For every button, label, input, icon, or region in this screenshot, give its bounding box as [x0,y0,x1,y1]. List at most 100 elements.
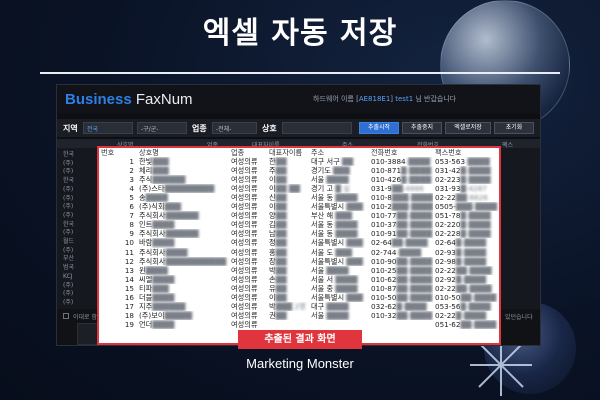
row-phone: 02-64██-████ [369,238,433,247]
row-rep-blurred: ██ [275,274,287,284]
row-company: 인트████ [137,220,229,229]
row-rep-name: 손 [269,274,276,284]
stop-extract-button[interactable]: 추출중지 [402,122,442,134]
row-company-name: 티파 [139,283,153,293]
row-number: 19 [124,319,134,329]
row-fax-text: 02-223 [435,175,461,185]
row-company-blurred: ████ [165,247,188,257]
col-fax: 팩스번호 [435,148,462,158]
row-address: 경기도 ███ [309,166,369,175]
row-company-prefix: (주) [139,310,152,320]
row-address [309,320,369,329]
footer-brand: Marketing Monster [246,356,354,371]
row-addr-text: 서울특별시 [311,256,345,266]
row-company-blurred: ████ [152,238,175,248]
row-fax-text: 02-22 [435,310,456,320]
row-company: 언더████ [137,320,229,329]
row-address: 서울 ████ [309,175,369,184]
row-number: 2 [129,166,134,176]
row-fax-blurred: ███-████ [455,202,498,212]
row-company: 바람████ [137,238,229,247]
row-fax-text: 053-56 [435,301,461,311]
row-industry: 여성의류 [231,193,258,203]
row-phone-blurred: -████ [396,247,422,257]
row-representative: 손██ [267,275,309,284]
row-representative: 신██ [267,193,309,202]
row-phone: 010-3884-████ [369,157,433,166]
row-phone-blurred: ███-████ [391,193,433,203]
row-representative: 유██ [267,284,309,293]
row-rep-blurred: ██ [275,175,287,185]
row-addr-blurred: ████ [326,265,349,275]
row-fax-text: 031-42 [435,166,461,176]
row-fax-blurred: █-████ [460,211,491,221]
row-company-name: 언더 [139,319,153,329]
row-company-blurred: ███████████ [165,256,227,266]
row-addr-blurred: ████ [335,229,358,239]
row-rep-name: 이 [269,175,276,185]
region-label: 지역 [63,124,78,133]
row-phone-blurred: ██-████ [396,265,433,275]
region-select[interactable]: 전국 [83,122,133,134]
row-industry: 여성의류 [231,211,258,221]
row-fax-blurred: █-████ [460,166,491,176]
app-logo: Business FaxNum [65,91,193,108]
row-address: 서울 도 ███ [309,248,369,257]
table-row: 2 체리███ 여성의류 주██ 경기도 ███ 010-871█-████ 031-42█… [99,166,499,175]
row-fax-text: 053-563 [435,157,466,167]
save-excel-button[interactable]: 엑셀로저장 [445,122,491,134]
row-number: 1 [129,157,134,167]
row-company-name: 체리 [139,166,153,176]
row-representative: 권██ [267,311,309,320]
row-rep-name: 이 [269,184,276,194]
row-fax-text: 02-93 [435,247,456,257]
industry-select[interactable]: -전체- [212,122,257,134]
row-representative: 한██ [267,157,309,166]
row-fax: 053-56█-████ [433,302,499,311]
row-industry: 여성의류 [231,202,258,212]
row-company-name: 식회 [151,202,165,212]
start-extract-button[interactable]: 추출시작 [359,122,399,134]
row-company-name: 주식회사 [139,211,166,221]
row-phone: 010-871█-████ [369,166,433,175]
background-checkbox[interactable] [63,313,69,319]
row-addr-text: 서울 동 [311,193,334,203]
row-addr-text: 서울 중 [311,283,334,293]
company-input[interactable] [282,122,352,134]
row-fax-blurred: ██-████ [460,319,497,329]
row-company-name: 윈 [139,265,146,275]
row-representative: 박███ 2명 [267,302,309,311]
row-company-blurred: ███ [152,283,169,293]
row-number: 16 [124,292,134,302]
row-fax-blurred: █-████ [460,220,491,230]
table-row: 18 (주)보이█████ 여성의류 권██ 서울 ████ 010-32██-████ 0… [99,311,499,320]
col-number: 번호 [101,148,115,158]
row-phone-text: 010-91 [371,229,397,239]
row-fax: 031-42█-████ [433,166,499,175]
row-address: 서울 서 ████ [309,275,369,284]
row-number: 18 [124,310,134,320]
row-fax: 02-220█-████ [433,220,499,229]
row-address: 경기 고 █ 실 [309,184,369,193]
district-select[interactable]: -구/군- [137,122,187,134]
row-fax-text: 02-22 [435,265,456,275]
row-fax-blurred: ██-████ [455,265,492,275]
user-name: test1 [395,95,414,103]
row-fax-blurred: █-████ [460,175,491,185]
row-phone: 010-2███-████ [369,202,433,211]
row-fax: 010-50██-████ [433,293,499,302]
row-representative: 장██ [267,257,309,266]
row-company-blurred: ███ [152,166,169,176]
row-phone-blurred: █-████ [396,301,427,311]
row-phone-text: 010-426 [371,175,402,185]
row-addr-text: 서울특별시 [311,292,345,302]
col-industry: 업종 [231,148,245,158]
row-addr-blurred: ███ [346,292,363,302]
row-rep-name: 주 [269,166,276,176]
row-phone-blurred: ██-████ [396,256,433,266]
row-phone [369,320,433,329]
reset-button[interactable]: 초기화 [494,122,534,134]
row-addr-blurred: ████ [335,220,358,230]
row-phone-blurred: █-████ [401,166,432,176]
row-rep-blurred: ██ [275,157,287,167]
